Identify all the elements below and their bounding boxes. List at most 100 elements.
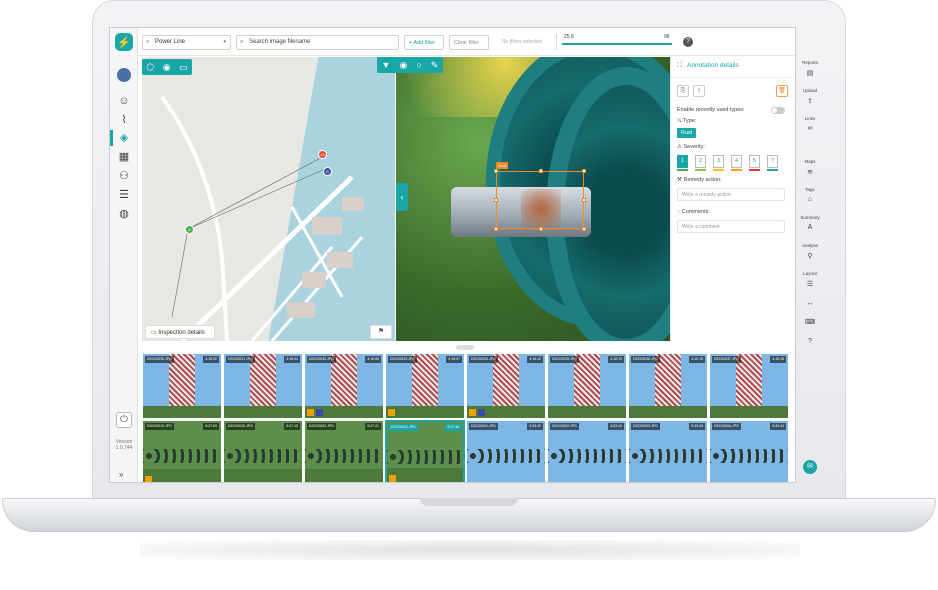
forest-shape — [305, 469, 383, 482]
target-icon[interactable]: ◉ — [163, 62, 171, 73]
thumbnail-filename: DSC00002.JPG — [550, 423, 579, 430]
font-icon[interactable]: A — [796, 224, 824, 231]
gallery-thumbnail[interactable]: DSC00035.JPG 4:15:13 — [547, 353, 627, 419]
pencil-icon[interactable]: ✎ — [431, 60, 439, 71]
arrows-icon[interactable]: ↔ — [796, 300, 824, 307]
list-icon[interactable]: ☰ — [117, 188, 131, 202]
annotation-bounding-box[interactable] — [494, 169, 586, 231]
gallery-thumbnail[interactable]: DSC00020.JPG 5:27:13 — [223, 420, 303, 482]
map-pin-24[interactable]: 24 — [318, 150, 327, 159]
severity-3[interactable]: 3 — [713, 155, 724, 168]
bbox-handle[interactable] — [494, 198, 498, 202]
add-filter-button[interactable]: + Add filter — [404, 35, 444, 50]
right-tool-label: Tags — [805, 187, 815, 192]
severity-unknown[interactable]: ? — [767, 155, 778, 168]
delete-icon[interactable]: 🗑 — [776, 85, 788, 97]
target-icon[interactable]: ◉ — [399, 60, 407, 71]
previous-image-button[interactable]: ‹ — [396, 183, 408, 211]
insulator-cable-shape — [548, 449, 626, 463]
gallery-thumbnail[interactable]: DSC00032.JPG 4:15:05 — [304, 353, 384, 419]
collapse-nav-button[interactable]: » — [119, 470, 123, 479]
map-pin-b[interactable]: B — [323, 167, 332, 176]
comment-input[interactable]: Write a comment — [677, 220, 785, 233]
gallery-thumbnail[interactable]: DSC00037.JPG 4:15:18 — [709, 353, 789, 419]
filter-icon[interactable]: ▼ — [382, 60, 391, 70]
upload-icon[interactable]: ⇪ — [796, 97, 824, 105]
grid-icon[interactable]: ▦ — [117, 150, 131, 164]
bbox-handle[interactable] — [539, 169, 543, 173]
gallery-thumbnail[interactable]: DSC00036.JPG 4:15:15 — [628, 353, 708, 419]
ruler-icon[interactable]: ▭ — [179, 62, 188, 73]
gallery-thumbnail[interactable]: DSC00033.JPG 4:15:07 — [385, 353, 465, 419]
image-viewer[interactable]: Rust — [396, 57, 670, 341]
project-select[interactable]: ⌕ Power Line ▾ — [142, 35, 231, 50]
thumbnail-filename: DSC00001.JPG — [469, 423, 498, 430]
bbox-handle[interactable] — [539, 227, 543, 231]
gallery-thumbnail[interactable]: DSC00001.JPG 5:33:42 — [466, 420, 546, 482]
analyse-icon[interactable]: ⚲ — [796, 252, 824, 260]
keyboard-icon[interactable]: ⌨ — [796, 318, 824, 326]
bbox-handle[interactable] — [494, 227, 498, 231]
gallery-thumbnail[interactable]: DSC00034.JPG 4:15:12 — [466, 353, 546, 419]
cube-icon[interactable]: ⬡ — [146, 62, 154, 73]
globe-icon[interactable]: ◍ — [117, 207, 131, 221]
user-avatar[interactable] — [117, 68, 131, 82]
thumbnail-time: 4:15:04 — [284, 356, 300, 363]
app-logo-icon[interactable]: ⚡ — [115, 33, 133, 51]
gallery-thumbnail[interactable]: DSC00019.JPG 5:27:09 — [142, 420, 222, 482]
link-icon[interactable]: ∞ — [796, 125, 824, 132]
help-button[interactable]: ? — [683, 37, 693, 47]
gallery-thumbnail[interactable]: DSC00022.JPG 5:27:21 — [304, 420, 384, 482]
version-value: 1.0.744 — [115, 445, 133, 451]
thumbnail-time: 4:15:05 — [365, 356, 381, 363]
image-search-input[interactable]: ⌕ Search image filename — [236, 35, 399, 50]
report-icon[interactable]: ▤ — [796, 69, 824, 77]
slider-max-value: 96 — [664, 34, 670, 40]
severity-color-bar — [731, 169, 742, 171]
thumbnail-time: 4:15:18 — [770, 356, 786, 363]
gallery-thumbnail[interactable]: DSC00002.JPG 5:33:43 — [547, 420, 627, 482]
clear-filter-button[interactable]: Clear filter — [449, 35, 489, 50]
gallery-thumbnail[interactable]: DSC00031.JPG 4:15:04 — [223, 353, 303, 419]
severity-4[interactable]: 4 — [731, 155, 742, 168]
remedy-input[interactable]: Write a remedy action — [677, 188, 785, 201]
list-icon[interactable]: ☰ — [796, 280, 824, 288]
gallery-thumbnail[interactable]: DSC00021.JPG 5:27:18 — [385, 420, 465, 482]
severity-1[interactable]: 1 — [677, 155, 688, 168]
map-pin-a[interactable]: A — [185, 225, 194, 234]
map-panel[interactable]: 24 B A ⬡ ◉ ▭ ▭ Inspection details ⚑ — [142, 57, 395, 341]
severity-2[interactable]: 2 — [695, 155, 706, 168]
recent-types-toggle[interactable] — [771, 107, 785, 114]
right-tool-label: Links — [804, 116, 816, 121]
power-icon[interactable]: ⏻ — [116, 412, 132, 428]
bbox-handle[interactable] — [582, 227, 586, 231]
map-layer-button[interactable]: ⚑ — [370, 325, 392, 339]
tag-icon[interactable]: ⌂ — [796, 196, 824, 203]
bbox-handle[interactable] — [494, 169, 498, 173]
gallery-resize-handle[interactable] — [456, 345, 474, 350]
bbox-handle[interactable] — [582, 198, 586, 202]
type-chip[interactable]: Rust — [677, 128, 697, 138]
range-slider[interactable] — [562, 43, 672, 45]
inspection-icon[interactable]: ◈ — [117, 131, 131, 145]
inspection-details-button[interactable]: ▭ Inspection details — [145, 325, 215, 339]
bbox-handle[interactable] — [582, 169, 586, 173]
comments-label-text: Comments: — [681, 209, 710, 215]
help-icon[interactable]: ? — [796, 338, 824, 345]
gallery-thumbnail[interactable]: DSC00030.JPG 4:15:02 — [142, 353, 222, 419]
thumbnail-time: 5:27:21 — [365, 423, 381, 430]
team-icon[interactable]: ⚇ — [117, 169, 131, 183]
chart-icon[interactable]: ⌇ — [117, 113, 131, 127]
chat-icon[interactable]: ✉ — [803, 460, 817, 474]
remedy-label-text: Remedy action: — [683, 177, 722, 183]
thermometer-icon[interactable]: ǀ — [693, 85, 705, 97]
gallery-thumbnail[interactable]: DSC00004.JPG 5:33:44 — [709, 420, 789, 482]
user-settings-icon[interactable]: ☺ — [117, 94, 131, 108]
circle-icon[interactable]: ○ — [416, 60, 421, 70]
expand-icon[interactable]: ⛶ — [677, 62, 682, 70]
severity-5[interactable]: 5 — [749, 155, 760, 168]
copy-icon[interactable]: ⎘ — [677, 85, 689, 97]
gallery-thumbnail[interactable]: DSC00003.JPG 5:33:43 — [628, 420, 708, 482]
annotation-panel: ⛶ Annotation details ⎘ ǀ 🗑 Enable recent… — [670, 57, 794, 341]
layers-icon[interactable]: ≋ — [796, 168, 824, 176]
